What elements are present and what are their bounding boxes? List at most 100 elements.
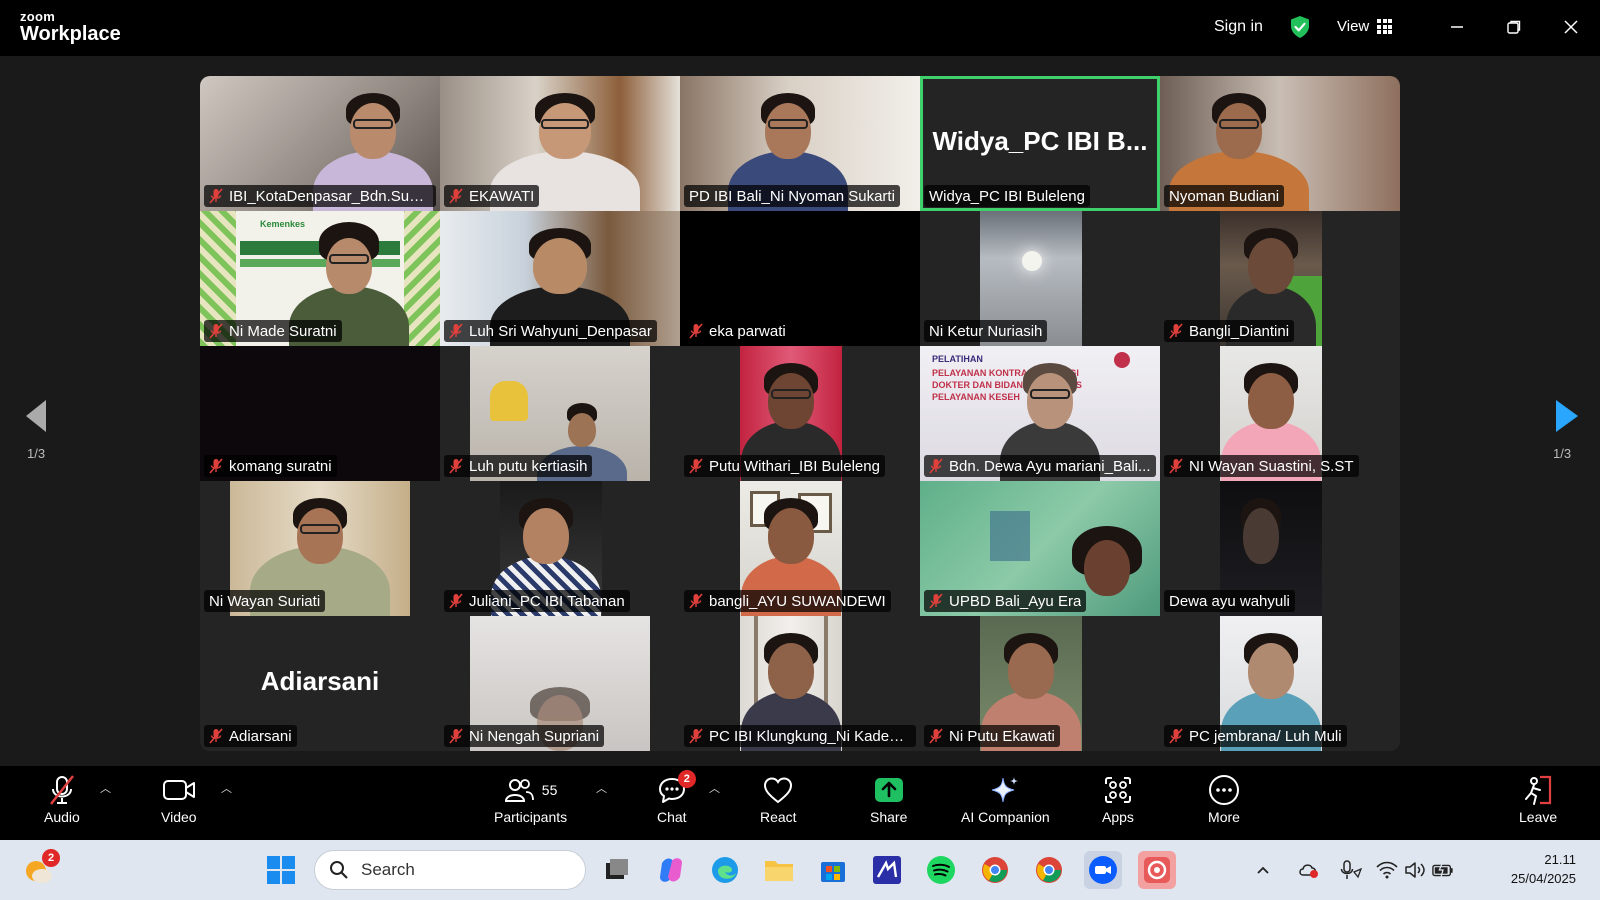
ai-companion-button[interactable]: AI Companion <box>961 774 1050 825</box>
participant-tile[interactable]: Luh putu kertiasih <box>440 346 680 481</box>
participant-tile[interactable]: Ni Nengah Supriani <box>440 616 680 751</box>
apps-button[interactable]: Apps <box>1102 774 1134 825</box>
participant-tile[interactable]: komang suratni <box>200 346 440 481</box>
audio-options-caret-icon[interactable]: ︿ <box>100 780 111 796</box>
windows-start-icon[interactable] <box>262 851 300 889</box>
participants-options-caret-icon[interactable]: ︿ <box>596 780 607 796</box>
participant-tile[interactable]: Luh Sri Wahyuni_Denpasar <box>440 211 680 346</box>
volume-icon[interactable] <box>1404 859 1426 881</box>
participant-tile[interactable]: Adiarsani Adiarsani <box>200 616 440 751</box>
participant-tile[interactable]: PD IBI Bali_Ni Nyoman Sukarti <box>680 76 920 211</box>
shield-check-icon[interactable] <box>1290 16 1310 38</box>
view-button[interactable]: View <box>1337 18 1393 35</box>
close-icon[interactable] <box>1558 14 1584 40</box>
participant-tile[interactable]: UPBD Bali_Ayu Era <box>920 481 1160 616</box>
microphone-in-use-icon[interactable] <box>1340 859 1362 881</box>
participant-name-tag: Bangli_Diantini <box>1164 320 1295 342</box>
participant-tile[interactable]: IBI_KotaDenpasar_Bdn.Sumi... <box>200 76 440 211</box>
participant-tile[interactable]: Ni Ketur Nuriasih <box>920 211 1160 346</box>
participant-tile[interactable]: PC IBI Klungkung_Ni Kadek ... <box>680 616 920 751</box>
apps-icon <box>1104 777 1131 803</box>
show-hidden-icons-chevron-icon[interactable] <box>1252 859 1274 881</box>
taskbar-search-box[interactable]: Search <box>314 850 586 890</box>
participant-tile[interactable]: EKAWATI <box>440 76 680 211</box>
participant-tile[interactable]: Putu Withari_IBI Buleleng <box>680 346 920 481</box>
task-view-icon[interactable] <box>598 851 636 889</box>
mic-muted-icon <box>209 188 223 204</box>
page-indicator-right: 1/3 <box>1553 446 1572 461</box>
participant-name-tag: Luh putu kertiasih <box>444 455 593 477</box>
weather-widget-icon[interactable]: 2 <box>20 849 60 889</box>
participant-name-tag: EKAWATI <box>444 185 540 207</box>
onedrive-error-icon[interactable] <box>1298 859 1320 881</box>
edge-browser-icon[interactable] <box>706 851 744 889</box>
participant-name-tag: IBI_KotaDenpasar_Bdn.Sumi... <box>204 185 436 207</box>
mic-muted-icon <box>1169 323 1183 339</box>
leave-meeting-button[interactable]: Leave <box>1519 774 1557 825</box>
clock-date: 25/04/2025 <box>1510 871 1576 886</box>
participant-name-tag: Ni Nengah Supriani <box>444 725 605 747</box>
chat-button[interactable]: 2 Chat <box>657 770 696 825</box>
battery-charging-icon[interactable] <box>1432 859 1454 881</box>
participant-tile[interactable]: Dewa ayu wahyuli <box>1160 481 1400 616</box>
mic-muted-icon <box>689 728 703 744</box>
chat-options-caret-icon[interactable]: ︿ <box>709 780 720 796</box>
recording-app-icon[interactable] <box>1138 851 1176 889</box>
view-label: View <box>1337 18 1370 35</box>
participant-tile[interactable]: PELATIHAN PELAYANAN KONTRASEPSI BAGI DOK… <box>920 346 1160 481</box>
participant-name-tag: Ni Ketur Nuriasih <box>924 320 1048 342</box>
participant-name-tag: bangli_AYU SUWANDEWI <box>684 590 891 612</box>
share-screen-button[interactable]: Share <box>870 774 907 825</box>
clock-time: 21.11 <box>1544 852 1576 867</box>
participant-name-tag: Nyoman Budiani <box>1164 185 1285 207</box>
sign-in-link[interactable]: Sign in <box>1214 18 1263 36</box>
participant-tile[interactable]: Nyoman Budiani <box>1160 76 1400 211</box>
mic-muted-icon <box>449 188 463 204</box>
wifi-icon[interactable] <box>1376 859 1398 881</box>
participant-tile[interactable]: PC jembrana/ Luh Muli <box>1160 616 1400 751</box>
react-button[interactable]: React <box>760 774 797 825</box>
mic-muted-icon <box>689 593 703 609</box>
logo-large-text: Workplace <box>20 23 121 45</box>
participant-tile[interactable]: Kemenkes Ni Made Suratni <box>200 211 440 346</box>
participant-tile-active-speaker[interactable]: Widya_PC IBI B... Widya_PC IBI Buleleng <box>920 76 1160 211</box>
zoom-app-icon[interactable] <box>1084 851 1122 889</box>
mic-muted-icon <box>449 458 463 474</box>
microsoft-store-icon[interactable] <box>814 851 852 889</box>
chrome-profile-2-icon[interactable] <box>1030 851 1068 889</box>
participant-display-name: Widya_PC IBI B... <box>932 125 1148 156</box>
participant-tile[interactable]: bangli_AYU SUWANDEWI <box>680 481 920 616</box>
meeting-toolbar: Audio ︿ Video ︿ 55 Participants ︿ 2 Chat… <box>0 766 1600 840</box>
participants-button[interactable]: 55 Participants <box>494 774 567 825</box>
restore-icon[interactable] <box>1501 14 1527 40</box>
participant-name-tag: Adiarsani <box>204 725 297 747</box>
video-button[interactable]: Video <box>161 774 197 825</box>
participant-display-name: Adiarsani <box>260 665 380 696</box>
search-placeholder: Search <box>361 860 415 879</box>
taskbar-clock[interactable]: 21.11 25/04/2025 <box>1511 850 1576 888</box>
mic-muted-icon <box>449 728 463 744</box>
chrome-profile-1-icon[interactable] <box>976 851 1014 889</box>
previous-page-arrow-icon[interactable] <box>18 396 58 436</box>
video-options-caret-icon[interactable]: ︿ <box>221 780 232 796</box>
participant-tile[interactable]: Ni Putu Ekawati <box>920 616 1160 751</box>
participant-tile[interactable]: Juliani_PC IBI Tabanan <box>440 481 680 616</box>
task-app-icon[interactable] <box>868 851 906 889</box>
participant-tile[interactable]: Ni Wayan Suriati <box>200 481 440 616</box>
slide-pelatihan-line2: DOKTER DAN BIDAN <box>932 380 1023 390</box>
mic-muted-icon <box>1169 728 1183 744</box>
spotify-icon[interactable] <box>922 851 960 889</box>
participant-tile[interactable]: NI Wayan Suastini, S.ST <box>1160 346 1400 481</box>
participant-tile[interactable]: eka parwati <box>680 211 920 346</box>
gallery-view: IBI_KotaDenpasar_Bdn.Sumi... EKAWATI PD … <box>200 76 1400 751</box>
participant-tile[interactable]: Bangli_Diantini <box>1160 211 1400 346</box>
copilot-icon[interactable] <box>652 851 690 889</box>
minimize-icon[interactable] <box>1444 14 1470 40</box>
file-explorer-icon[interactable] <box>760 851 798 889</box>
next-page-arrow-icon[interactable] <box>1546 396 1586 436</box>
participant-name-tag: Putu Withari_IBI Buleleng <box>684 455 885 477</box>
mic-muted-icon <box>929 728 943 744</box>
audio-button[interactable]: Audio <box>44 774 80 825</box>
chat-unread-badge: 2 <box>677 770 696 788</box>
more-button[interactable]: More <box>1208 774 1240 825</box>
